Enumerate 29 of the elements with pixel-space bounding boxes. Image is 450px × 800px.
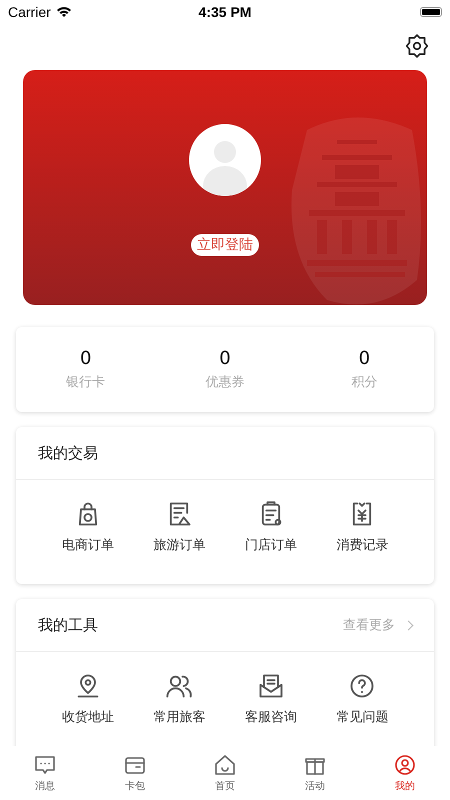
tab[interactable]: 活动 (270, 746, 360, 800)
home-icon[interactable] (213, 753, 237, 777)
battery-icon (420, 7, 442, 17)
tab[interactable]: 卡包 (90, 746, 180, 800)
settings-icon[interactable] (404, 33, 430, 59)
menu-item-label[interactable]: 收货地址 (62, 708, 114, 726)
section-title: 我的交易 (38, 444, 99, 462)
section-title: 我的工具 (38, 616, 99, 634)
envelope-icon (256, 672, 285, 700)
stat-value: 0 (80, 348, 92, 369)
menu-item-label[interactable]: 常见问题 (336, 708, 388, 726)
stat-value: 0 (219, 348, 231, 369)
status-time: 4:35 PM (198, 4, 252, 20)
stat-value: 0 (358, 348, 370, 369)
menu-item-label[interactable]: 消费记录 (336, 536, 388, 554)
chat-icon[interactable] (33, 753, 57, 777)
user-icon[interactable] (393, 753, 417, 777)
menu-item-label[interactable]: 门店订单 (244, 536, 297, 554)
carrier-name: Carrier (8, 4, 51, 20)
login-button[interactable]: 立即登陆 (191, 234, 259, 256)
menu-item-label[interactable]: 电商订单 (62, 536, 114, 554)
menu-item-label[interactable]: 客服咨询 (244, 708, 297, 726)
tab[interactable]: 消息 (0, 746, 90, 800)
menu-item-label[interactable]: 旅游订单 (153, 536, 206, 554)
help-icon (348, 672, 376, 700)
wifi-icon (56, 6, 72, 18)
tab[interactable]: 我的 (360, 746, 450, 800)
menu-item-label[interactable]: 常用旅客 (153, 708, 206, 726)
tab[interactable]: 首页 (180, 746, 270, 800)
